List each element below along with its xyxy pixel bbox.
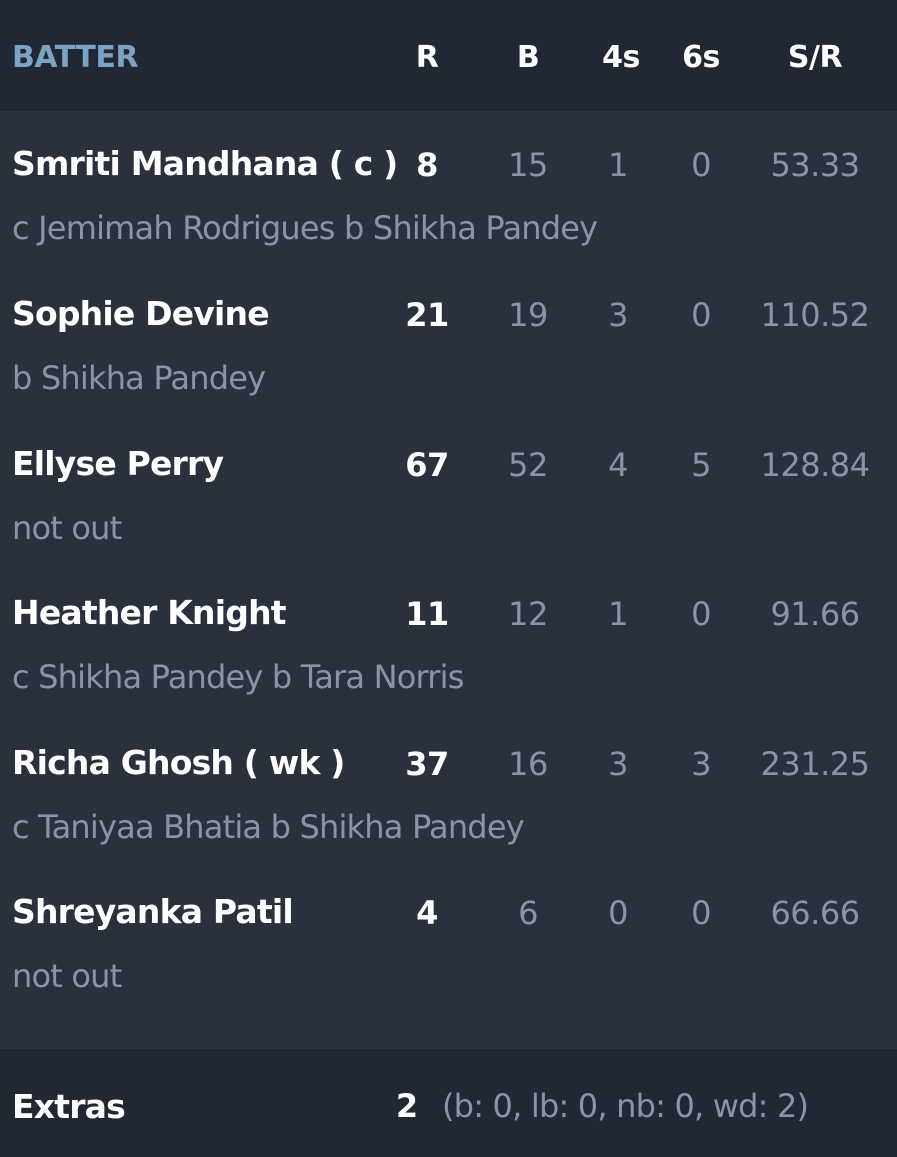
- batter-row[interactable]: Shreyanka Patil not out 4 6 0 0 66.66: [0, 892, 897, 1042]
- extras-total: 2: [395, 1087, 419, 1125]
- fours-value: 0: [608, 894, 628, 932]
- sixes-value: 3: [691, 745, 711, 783]
- sixes-value: 5: [691, 446, 711, 484]
- dismissal-text: c Jemimah Rodrigues b Shikha Pandey: [12, 209, 598, 247]
- extras-label: Extras: [12, 1087, 126, 1126]
- sixes-value: 0: [691, 296, 711, 334]
- strike-rate-value: 53.33: [770, 146, 860, 184]
- batter-row[interactable]: Heather Knight c Shikha Pandey b Tara No…: [0, 593, 897, 743]
- strike-rate-value: 128.84: [760, 446, 870, 484]
- fours-value: 1: [608, 146, 628, 184]
- strike-rate-value: 91.66: [770, 595, 860, 633]
- batter-name[interactable]: Ellyse Perry: [12, 444, 224, 483]
- scorecard-header: BATTER R B 4s 6s S/R: [0, 0, 897, 111]
- dismissal-text: c Shikha Pandey b Tara Norris: [12, 658, 464, 696]
- sixes-value: 0: [691, 894, 711, 932]
- batter-row[interactable]: Ellyse Perry not out 67 52 4 5 128.84: [0, 444, 897, 594]
- runs-value: 11: [405, 595, 449, 633]
- dismissal-text: not out: [12, 509, 122, 547]
- batter-row[interactable]: Sophie Devine b Shikha Pandey 21 19 3 0 …: [0, 294, 897, 444]
- batting-scorecard: BATTER R B 4s 6s S/R Smriti Mandhana ( c…: [0, 0, 897, 1157]
- runs-value: 37: [405, 745, 449, 783]
- balls-value: 6: [518, 894, 538, 932]
- extras-breakdown: (b: 0, lb: 0, nb: 0, wd: 2): [442, 1087, 809, 1125]
- batter-row[interactable]: Richa Ghosh ( wk ) c Taniyaa Bhatia b Sh…: [0, 743, 897, 893]
- balls-value: 12: [508, 595, 548, 633]
- balls-value: 52: [508, 446, 548, 484]
- batter-name[interactable]: Sophie Devine: [12, 294, 270, 333]
- balls-value: 16: [508, 745, 548, 783]
- runs-value: 67: [405, 446, 449, 484]
- fours-column-header: 4s: [602, 40, 640, 75]
- fours-value: 4: [608, 446, 628, 484]
- runs-value: 21: [405, 296, 449, 334]
- runs-value: 8: [416, 146, 438, 184]
- dismissal-text: b Shikha Pandey: [12, 359, 266, 397]
- strike-rate-value: 110.52: [760, 296, 870, 334]
- dismissal-text: not out: [12, 957, 122, 995]
- strike-rate-column-header: S/R: [787, 40, 843, 75]
- batter-name[interactable]: Heather Knight: [12, 593, 287, 632]
- runs-column-header: R: [415, 40, 439, 75]
- balls-value: 19: [508, 296, 548, 334]
- extras-row: Extras 2 (b: 0, lb: 0, nb: 0, wd: 2): [0, 1049, 897, 1157]
- runs-value: 4: [416, 894, 438, 932]
- batter-column-header: BATTER: [12, 40, 138, 75]
- strike-rate-value: 231.25: [760, 745, 870, 783]
- batter-name[interactable]: Richa Ghosh ( wk ): [12, 743, 345, 782]
- balls-value: 15: [508, 146, 548, 184]
- batter-name[interactable]: Shreyanka Patil: [12, 892, 294, 931]
- sixes-value: 0: [691, 146, 711, 184]
- fours-value: 1: [608, 595, 628, 633]
- sixes-column-header: 6s: [682, 40, 720, 75]
- balls-column-header: B: [516, 40, 540, 75]
- dismissal-text: c Taniyaa Bhatia b Shikha Pandey: [12, 808, 525, 846]
- fours-value: 3: [608, 296, 628, 334]
- batter-row[interactable]: Smriti Mandhana ( c ) c Jemimah Rodrigue…: [0, 144, 897, 294]
- sixes-value: 0: [691, 595, 711, 633]
- batter-name[interactable]: Smriti Mandhana ( c ): [12, 144, 398, 183]
- strike-rate-value: 66.66: [770, 894, 860, 932]
- fours-value: 3: [608, 745, 628, 783]
